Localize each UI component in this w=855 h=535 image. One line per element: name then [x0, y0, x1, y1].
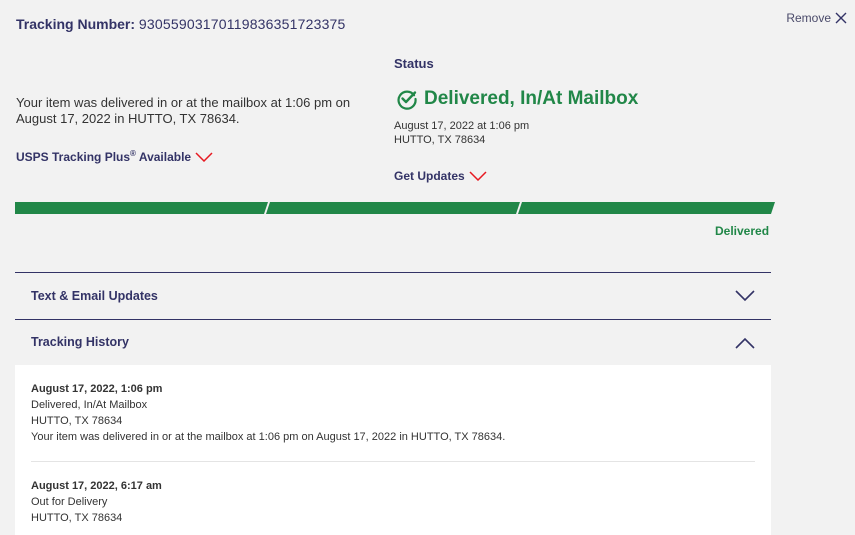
close-x-icon: [835, 12, 847, 24]
chevron-down-icon: [195, 151, 213, 162]
get-updates-toggle[interactable]: Get Updates: [394, 169, 487, 183]
check-circle-icon: [397, 90, 417, 110]
status-heading: Status: [394, 56, 434, 71]
delivery-summary: Your item was delivered in or at the mai…: [16, 95, 351, 126]
progress-segment-2: [266, 202, 520, 214]
history-event-status: Delivered, In/At Mailbox: [31, 399, 148, 411]
status-date: August 17, 2022 at 1:06 pm: [394, 120, 530, 132]
history-event: August 17, 2022, 1:06 pm Delivered, In/A…: [31, 381, 505, 445]
tracking-history-label: Tracking History: [31, 335, 129, 349]
history-event-detail: Your item was delivered in or at the mai…: [31, 431, 506, 443]
history-event: August 17, 2022, 6:17 am Out for Deliver…: [31, 478, 162, 526]
text-email-updates-accordion[interactable]: Text & Email Updates: [15, 273, 771, 319]
progress-bar: [15, 202, 775, 214]
get-updates-label: Get Updates: [394, 169, 465, 183]
remove-label: Remove: [786, 11, 831, 25]
history-event-location: HUTTO, TX 78634: [31, 415, 123, 427]
tracking-number-label: Tracking Number:: [16, 16, 136, 32]
progress-segment-1: [15, 202, 268, 214]
tracking-number-value: 93055903170119836351723375: [138, 16, 346, 32]
status-text: Delivered, In/At Mailbox: [424, 88, 639, 109]
tracking-plus-label: USPS Tracking Plus® Available: [16, 149, 192, 164]
tracking-number: Tracking Number: 93055903170119836351723…: [16, 16, 346, 32]
history-event-date: August 17, 2022, 6:17 am: [31, 480, 162, 492]
history-event-date: August 17, 2022, 1:06 pm: [31, 383, 163, 395]
status-main: Delivered, In/At Mailbox: [396, 88, 638, 110]
progress-segment-3: [518, 202, 775, 214]
tracking-history-panel: August 17, 2022, 1:06 pm Delivered, In/A…: [15, 365, 771, 535]
remove-button[interactable]: Remove: [786, 11, 847, 25]
progress-end-label: Delivered: [715, 224, 770, 238]
status-location: HUTTO, TX 78634: [394, 134, 486, 146]
chevron-down-icon: [735, 290, 755, 302]
status-date-location: August 17, 2022 at 1:06 pm HUTTO, TX 786…: [394, 119, 529, 147]
tracking-history-accordion[interactable]: Tracking History: [15, 319, 771, 365]
text-email-updates-label: Text & Email Updates: [31, 289, 158, 303]
history-event-status: Out for Delivery: [31, 496, 108, 508]
tracking-plus-toggle[interactable]: USPS Tracking Plus® Available: [16, 149, 213, 164]
chevron-up-icon: [735, 337, 755, 349]
history-separator: [31, 461, 755, 462]
chevron-down-icon: [469, 171, 487, 181]
